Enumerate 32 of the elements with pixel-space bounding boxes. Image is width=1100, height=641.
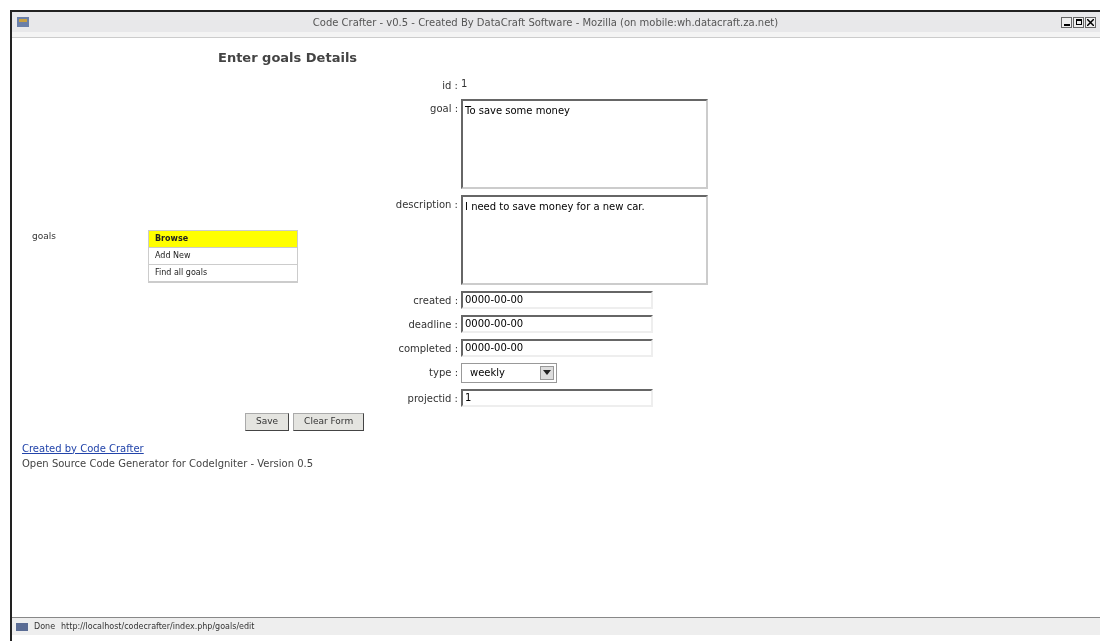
status-url: http://localhost/codecrafter/index.php/goals/edit xyxy=(61,620,255,633)
text-area[interactable]: I need to save money for a new car. xyxy=(461,194,708,285)
maximize-icon[interactable] xyxy=(1073,16,1084,28)
type-dropdown[interactable]: weekly xyxy=(461,362,557,383)
input-field[interactable]: 0000-00-00 xyxy=(461,314,653,333)
field-label: type : xyxy=(428,365,458,380)
field-label: deadline : xyxy=(407,317,458,332)
minimize-icon[interactable] xyxy=(1061,16,1072,28)
caret-icon xyxy=(540,365,554,380)
close-icon[interactable] xyxy=(1085,16,1096,28)
page-heading: Enter goals Details xyxy=(218,49,359,67)
field-label: created : xyxy=(412,293,458,308)
input-field[interactable]: 0000-00-00 xyxy=(461,290,653,309)
footer-text: Open Source Code Generator for CodeIgniter - Version 0.5 xyxy=(22,456,315,471)
page-icon xyxy=(16,621,28,632)
menu-label: goals xyxy=(31,229,57,243)
field-label: projectid : xyxy=(406,391,458,406)
input-field[interactable]: 0000-00-00 xyxy=(461,338,653,357)
text-area[interactable]: To save some money xyxy=(461,98,708,189)
form-button[interactable]: Clear Form xyxy=(293,412,365,431)
app-icon xyxy=(16,15,30,29)
field-label: completed : xyxy=(397,341,458,356)
input-field[interactable]: 1 xyxy=(461,388,653,407)
window-title: Code Crafter - v0.5 - Created By DataCraft Software - Mozilla (on mobile:wh.datacraft.za.net) xyxy=(311,15,780,30)
field-label: goal : xyxy=(429,101,458,116)
footer-link[interactable]: Created by Code Crafter xyxy=(22,440,144,456)
status-text: Done xyxy=(34,620,56,633)
field-label: id : xyxy=(441,78,458,93)
form-button[interactable]: Save xyxy=(245,412,290,431)
field-value: 1 xyxy=(461,76,468,91)
menu-item[interactable]: Browse xyxy=(149,230,297,248)
field-label: description : xyxy=(394,197,458,212)
